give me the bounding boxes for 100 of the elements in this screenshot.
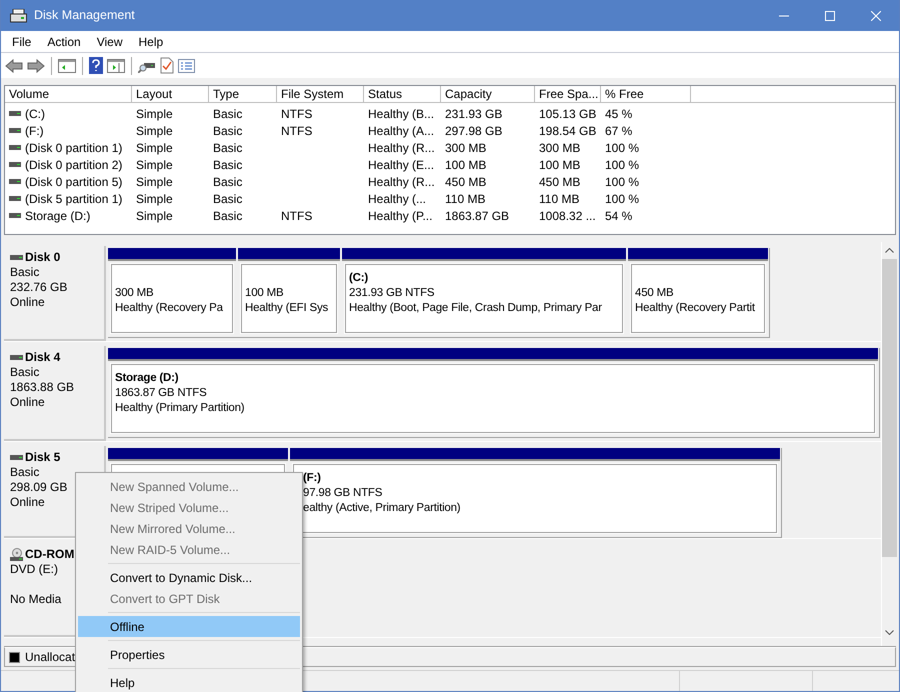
disk-label[interactable]: Disk 4 Basic 1863.88 GB Online [4, 346, 106, 441]
partition-size: 100 MB [245, 286, 284, 301]
scrollbar-thumb[interactable] [882, 259, 896, 557]
table-cell-text: 54 % [605, 208, 632, 224]
action-pane-icon[interactable] [107, 58, 125, 72]
disk-size: 232.76 GB [10, 280, 68, 295]
partition-label: (C:) [349, 271, 369, 286]
table-cell-text: 100 MB [445, 156, 486, 174]
menu-item[interactable]: Help [130, 31, 172, 52]
disk-status: Online [10, 295, 46, 310]
partition-box[interactable]: Storage (D:) 1863.87 GB NTFS Healthy (Primary Partition) [108, 361, 878, 436]
back-icon[interactable] [5, 58, 23, 72]
table-cell-text: Simple [136, 140, 173, 156]
table-cell-text: 1863.87 GB [445, 208, 510, 224]
partition-size: 1863.87 GB NTFS [115, 386, 208, 401]
table-cell-text: 450 MB [445, 174, 486, 190]
partition-size: 97.98 GB NTFS [303, 486, 384, 501]
table-cell-text: Basic [213, 190, 242, 208]
menu-option[interactable]: Help [78, 672, 300, 692]
table-cell-text: 300 MB [539, 140, 580, 156]
table-cell-text: Simple [136, 156, 173, 174]
column-header[interactable]: File System [277, 86, 364, 103]
column-header[interactable]: % Free [601, 86, 691, 103]
table-cell-text: Simple [136, 106, 173, 122]
menu-option[interactable]: Properties [78, 644, 300, 665]
partition-box[interactable]: 100 MB Healthy (EFI Sys [238, 261, 340, 336]
table-cell-text: 450 MB [539, 174, 580, 190]
disk-size: 1863.88 GB [10, 380, 76, 395]
disk-status: No Media [10, 592, 62, 607]
window-title: Disk Management [34, 7, 135, 24]
table-cell-text: Basic [213, 208, 242, 224]
menu-item[interactable]: View [88, 31, 130, 52]
table-cell-text: 110 MB [445, 190, 486, 208]
table-cell-text: Basic [213, 156, 242, 174]
cd-drive-icon [10, 548, 23, 561]
partition-status: ealthy (Active, Primary Partition) [303, 501, 462, 516]
column-header[interactable]: Layout [132, 86, 209, 103]
disk-name: Disk 0 [25, 250, 60, 265]
table-cell-text: Healthy (B... [368, 106, 434, 122]
table-cell-text: 67 % [605, 122, 632, 140]
scroll-up-icon[interactable] [884, 248, 894, 253]
partition-label: Storage (D:) [115, 371, 180, 386]
table-cell-text: Basic [213, 140, 242, 156]
partition-status: Healthy (EFI Sys [245, 301, 330, 316]
forward-icon[interactable] [27, 58, 45, 72]
legend-label: Unallocat [25, 649, 76, 666]
partition-status: Healthy (Boot, Page File, Crash Dump, Primary Par [349, 301, 603, 316]
table-cell-text: NTFS [281, 122, 312, 140]
table-cell-text: 231.93 GB [445, 106, 502, 122]
column-header[interactable]: Status [364, 86, 441, 103]
checklist-icon[interactable] [160, 57, 174, 74]
partition-size: 450 MB [635, 286, 674, 301]
column-header[interactable]: Capacity [441, 86, 535, 103]
menu-item[interactable]: Action [39, 31, 89, 52]
table-cell-text: 100 % [605, 140, 640, 156]
table-cell-text: (C:) [25, 106, 45, 122]
column-header[interactable]: Free Spa... [535, 86, 601, 103]
table-cell-text: Simple [136, 174, 173, 190]
partition-status: Healthy (Recovery Partit [635, 301, 756, 316]
list-icon[interactable] [178, 58, 195, 72]
table-cell-text: Basic [213, 174, 242, 190]
maximize-icon[interactable] [825, 10, 835, 20]
menu-option[interactable]: Offline [78, 616, 300, 637]
table-cell-text: Healthy (R... [368, 174, 435, 190]
table-cell-text: 100 % [605, 174, 640, 190]
disk-name: CD-ROM [25, 547, 74, 562]
table-cell-text: Simple [136, 208, 173, 224]
table-cell-text: Healthy (A... [368, 122, 434, 140]
drive-icon [9, 145, 21, 150]
scrollbar[interactable] [881, 242, 896, 646]
partition-size: 231.93 GB NTFS [349, 286, 436, 301]
column-header[interactable]: Volume [5, 86, 132, 103]
close-icon[interactable] [871, 10, 881, 20]
partition-box[interactable]: (F:) 97.98 GB NTFS ealthy (Active, Primary Partition) [290, 461, 780, 536]
table-cell-text: Healthy (R... [368, 140, 435, 156]
table-cell-text: 105.13 GB [539, 106, 596, 122]
table-cell-text: Storage (D:) [25, 208, 90, 224]
table-cell-text: NTFS [281, 106, 312, 122]
disk-drive-icon [10, 8, 27, 22]
table-cell-text: NTFS [281, 208, 312, 224]
partition-box[interactable]: (C:) 231.93 GB NTFS Healthy (Boot, Page File, Crash Dump, Primary Par [342, 261, 626, 336]
menu-item[interactable]: File [4, 31, 40, 52]
disk-name: Disk 5 [25, 450, 60, 465]
scroll-down-icon[interactable] [884, 630, 894, 635]
table-cell-text: 300 MB [445, 140, 486, 156]
table-cell-text: 100 % [605, 190, 640, 208]
disk-label[interactable]: Disk 0 Basic 232.76 GB Online [4, 246, 106, 341]
disk-status: Online [10, 395, 46, 410]
table-cell-text: (Disk 0 partition 5) [25, 174, 122, 190]
partition-box[interactable]: 450 MB Healthy (Recovery Partit [628, 261, 768, 336]
column-header[interactable]: Type [209, 86, 277, 103]
drive-icon [9, 128, 21, 133]
disk-type: Basic [10, 465, 40, 480]
table-cell-text: (Disk 5 partition 1) [25, 190, 122, 208]
drive-icon [9, 111, 21, 116]
console-tree-icon[interactable] [58, 58, 76, 72]
drive-icon [9, 179, 21, 184]
help-icon[interactable] [89, 57, 103, 74]
table-cell-text: (Disk 0 partition 2) [25, 156, 122, 174]
partition-box[interactable]: 300 MB Healthy (Recovery Pa [108, 261, 236, 336]
